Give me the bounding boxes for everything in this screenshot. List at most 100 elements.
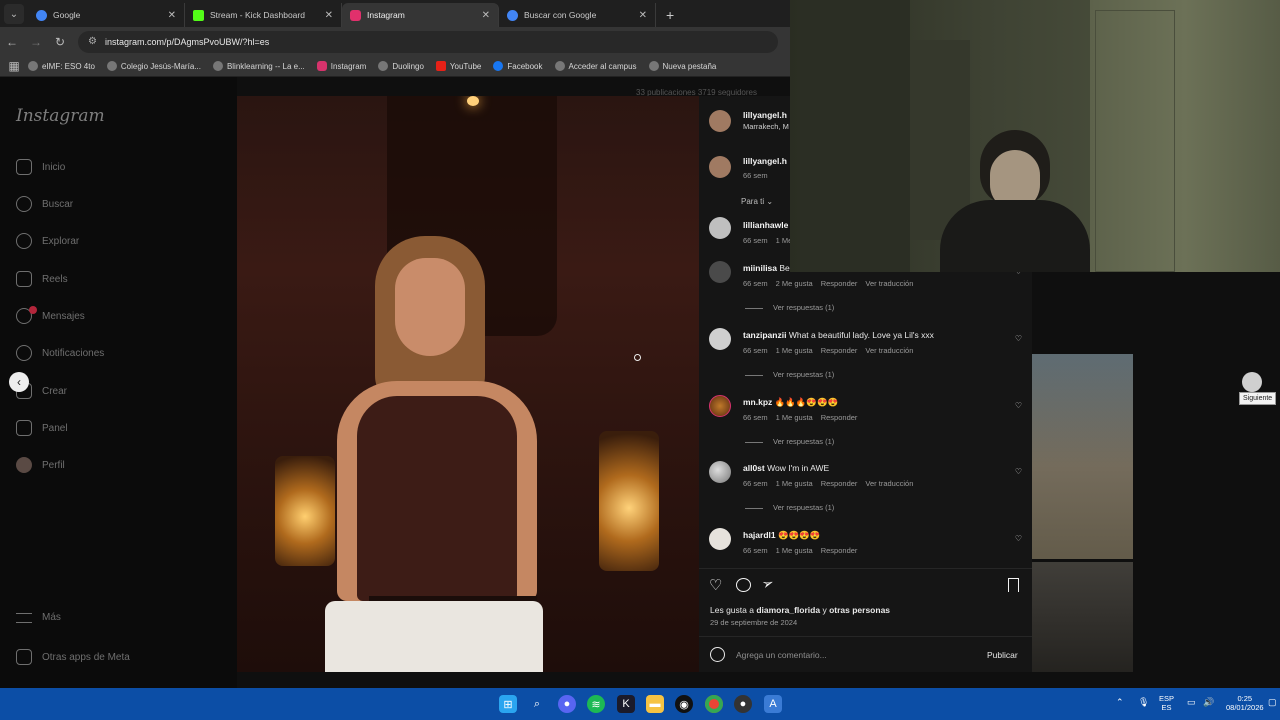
view-replies-button[interactable]: Ver respuestas (1) xyxy=(745,370,834,379)
nav-reels[interactable]: Reels xyxy=(16,271,68,287)
profile-thumbnail[interactable] xyxy=(1032,562,1133,672)
bookmark-item[interactable]: Acceder al campus xyxy=(554,61,637,71)
view-replies-button[interactable]: Ver respuestas (1) xyxy=(745,437,834,446)
comment-user[interactable]: mn.kpz xyxy=(743,397,772,407)
notifications-icon[interactable]: ▢ xyxy=(1268,697,1277,708)
tab-search-icon[interactable]: ⌄ xyxy=(4,4,24,24)
publish-button[interactable]: Publicar xyxy=(987,650,1018,660)
translate-button[interactable]: Ver traducción xyxy=(865,279,913,288)
obs-icon[interactable]: ◉ xyxy=(675,695,693,713)
sort-dropdown[interactable]: Para ti ⌄ xyxy=(741,197,773,206)
comment-user[interactable]: lillianhawle xyxy=(743,220,788,230)
like-comment-icon[interactable]: ♡ xyxy=(1015,467,1022,476)
comment-likes[interactable]: 2 Me gusta xyxy=(776,279,813,288)
microphone-icon[interactable]: 🎙 xyxy=(1138,697,1149,708)
chrome-profile-icon[interactable]: ● xyxy=(734,695,752,713)
close-tab-icon[interactable]: ✕ xyxy=(325,10,333,21)
save-icon[interactable] xyxy=(1008,578,1019,592)
chrome-icon[interactable] xyxy=(705,695,723,713)
discord-icon[interactable]: ● xyxy=(558,695,576,713)
spotify-icon[interactable]: ≋ xyxy=(587,695,605,713)
post-photo[interactable] xyxy=(237,96,699,672)
avatar[interactable] xyxy=(709,461,731,483)
nav-buscar[interactable]: Buscar xyxy=(16,196,73,212)
comment-user[interactable]: all0st xyxy=(743,463,765,473)
like-comment-icon[interactable]: ♡ xyxy=(1015,534,1022,543)
like-icon[interactable]: ♡ xyxy=(709,576,722,594)
address-bar[interactable]: ⚙ instagram.com/p/DAgmsPvoUBW/?hl=es xyxy=(78,30,778,53)
bookmark-item[interactable]: Blinklearning -- La e... xyxy=(212,61,305,71)
nav-panel[interactable]: Panel xyxy=(16,420,68,436)
avatar[interactable] xyxy=(709,156,731,178)
close-tab-icon[interactable]: ✕ xyxy=(168,10,176,21)
new-tab-icon[interactable]: + xyxy=(666,7,674,23)
close-tab-icon[interactable]: ✕ xyxy=(482,10,490,21)
like-comment-icon[interactable]: ♡ xyxy=(1015,334,1022,343)
forward-icon[interactable]: → xyxy=(24,35,48,49)
reply-button[interactable]: Responder xyxy=(821,546,858,555)
comment-user[interactable]: tanzipanzii xyxy=(743,330,786,340)
back-icon[interactable]: ← xyxy=(0,35,24,49)
reply-button[interactable]: Responder xyxy=(821,346,858,355)
avatar[interactable] xyxy=(709,395,731,417)
instagram-logo[interactable]: Instagram xyxy=(16,106,105,126)
comment-user[interactable]: hajardl1 xyxy=(743,530,776,540)
tab-google[interactable]: Google ✕ xyxy=(28,3,185,27)
nav-perfil[interactable]: Perfil xyxy=(16,457,65,473)
post-location[interactable]: Marrakech, M xyxy=(743,122,789,131)
share-icon[interactable]: ➢ xyxy=(759,574,776,594)
bookmark-item[interactable]: Nueva pestaña xyxy=(648,61,716,71)
apps-grid-icon[interactable]: ▦ xyxy=(0,59,28,73)
view-replies-button[interactable]: Ver respuestas (1) xyxy=(745,303,834,312)
emoji-icon[interactable] xyxy=(710,647,725,662)
clock[interactable]: 0:25 08/01/2026 xyxy=(1226,694,1264,712)
bookmark-item[interactable]: Instagram xyxy=(316,61,366,71)
app-icon[interactable]: K xyxy=(617,695,635,713)
site-info-icon[interactable]: ⚙ xyxy=(88,36,97,47)
bookmark-item[interactable]: Colegio Jesús-María... xyxy=(106,61,201,71)
likes-others[interactable]: otras personas xyxy=(829,605,890,615)
nav-inicio[interactable]: Inicio xyxy=(16,159,65,175)
file-explorer-icon[interactable]: ▬ xyxy=(646,695,664,713)
likes-user[interactable]: diamora_florida xyxy=(756,605,820,615)
bookmark-item[interactable]: Duolingo xyxy=(378,61,424,71)
start-icon[interactable]: ⊞ xyxy=(499,695,517,713)
caption-author[interactable]: lillyangel.h xyxy=(743,156,787,166)
avatar[interactable] xyxy=(709,261,731,283)
nav-explorar[interactable]: Explorar xyxy=(16,233,79,249)
bookmark-item[interactable]: YouTube xyxy=(435,61,481,71)
tab-instagram[interactable]: Instagram ✕ xyxy=(342,3,499,27)
comment-icon[interactable] xyxy=(736,578,751,592)
nav-mas[interactable]: Más xyxy=(16,612,61,623)
comment-likes[interactable]: 1 Me gusta xyxy=(776,479,813,488)
tab-kick[interactable]: Stream - Kick Dashboard ✕ xyxy=(185,3,342,27)
close-tab-icon[interactable]: ✕ xyxy=(639,10,647,21)
like-comment-icon[interactable]: ♡ xyxy=(1015,401,1022,410)
avatar[interactable] xyxy=(709,110,731,132)
reply-button[interactable]: Responder xyxy=(821,479,858,488)
app-icon[interactable]: A xyxy=(764,695,782,713)
reply-button[interactable]: Responder xyxy=(821,413,858,422)
nav-notificaciones[interactable]: Notificaciones xyxy=(16,345,104,361)
comment-input[interactable]: Agrega un comentario... xyxy=(736,650,827,660)
view-replies-button[interactable]: Ver respuestas (1) xyxy=(745,503,834,512)
comment-likes[interactable]: 1 Me gusta xyxy=(776,413,813,422)
tab-buscar-google[interactable]: Buscar con Google ✕ xyxy=(499,3,656,27)
profile-thumbnail[interactable] xyxy=(1032,354,1133,559)
search-icon[interactable]: ⌕ xyxy=(528,695,546,713)
translate-button[interactable]: Ver traducción xyxy=(865,479,913,488)
comment-likes[interactable]: 1 Me gusta xyxy=(776,546,813,555)
nav-meta-apps[interactable]: Otras apps de Meta xyxy=(16,649,130,665)
nav-mensajes[interactable]: Mensajes xyxy=(16,306,85,324)
comment-likes[interactable]: 1 Me gusta xyxy=(776,346,813,355)
comment-user[interactable]: miinilisa xyxy=(743,263,777,273)
avatar[interactable] xyxy=(709,328,731,350)
chevron-up-icon[interactable]: ⌃ xyxy=(1116,697,1124,708)
reply-button[interactable]: Responder xyxy=(821,279,858,288)
post-author[interactable]: lillyangel.h xyxy=(743,110,787,120)
bookmark-item[interactable]: eIMF: ESO 4to xyxy=(28,61,95,71)
language-indicator[interactable]: ESP ES xyxy=(1159,694,1174,712)
avatar[interactable] xyxy=(709,217,731,239)
previous-post-button[interactable]: ‹ xyxy=(9,372,29,392)
next-post-button[interactable] xyxy=(1242,372,1262,392)
